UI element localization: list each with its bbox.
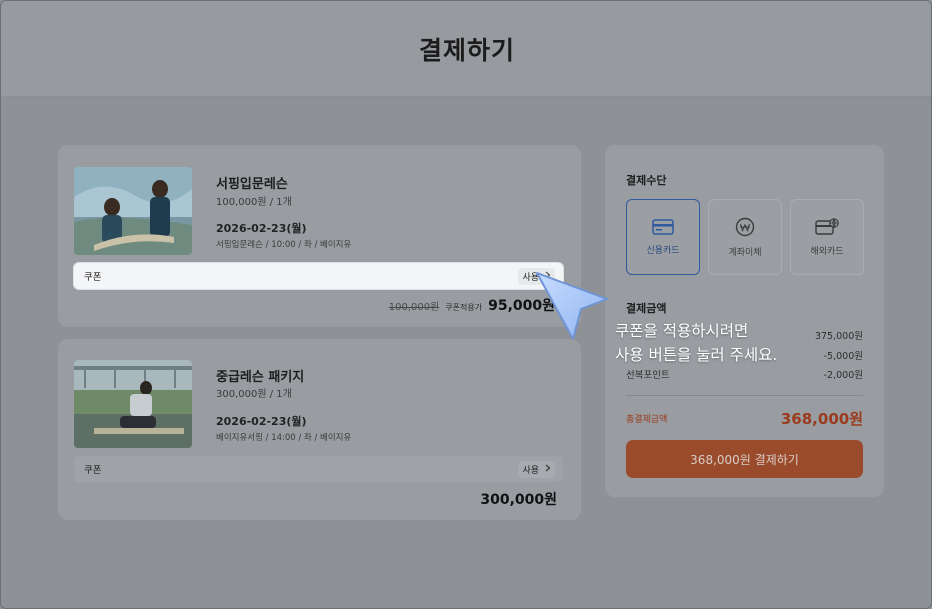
tooltip-line-2: 사용 버튼을 눌러 주세요. (615, 346, 778, 364)
reservation-detail: 베이지유서핑 / 14:00 / 좌 / 베이지유 (216, 433, 352, 443)
original-price: 100,000원 (388, 302, 440, 313)
total-label: 총결제금액 (626, 415, 668, 425)
payment-method-bank-transfer[interactable]: 계좌이체 (708, 199, 782, 275)
total-row: 총결제금액 368,000원 (626, 408, 863, 429)
payment-method-credit-card[interactable]: 신용카드 (626, 199, 700, 275)
amount-row: 선복포인트 -2,000원 (626, 367, 863, 381)
order-item-card: 서핑입문레슨 100,000원 / 1개 2026-02-23(월) 서핑입문레… (58, 145, 581, 327)
reservation-detail: 서핑입문레슨 / 10:00 / 좌 / 베이지유 (216, 240, 352, 250)
coupon-row[interactable]: 쿠폰 사용 (74, 456, 563, 482)
tooltip-line-1: 쿠폰을 적용하시려면 (615, 322, 749, 340)
payment-method-group: 신용카드 계좌이체 해외카드 (626, 199, 864, 275)
payment-method-overseas-card[interactable]: 해외카드 (790, 199, 864, 275)
credit-card-icon (652, 218, 674, 235)
app-window: 결제하기 서핑입문레슨 100,000원 / 1개 2026-02-23(월) … (0, 0, 932, 609)
product-thumbnail (74, 360, 192, 448)
amount-title: 결제금액 (626, 302, 667, 315)
coupon-row[interactable]: 쿠폰 사용 (74, 263, 563, 289)
product-name: 중급레슨 패키지 (216, 370, 305, 385)
divider (626, 395, 863, 396)
pay-button[interactable]: 368,000원 결제하기 (626, 440, 863, 478)
order-item-card: 중급레슨 패키지 300,000원 / 1개 2026-02-23(월) 베이지… (58, 339, 581, 520)
coupon-use-button[interactable]: 사용 (518, 460, 555, 478)
amount-row-value: 375,000원 (814, 331, 863, 342)
amount-row-value: -5,000원 (823, 351, 863, 362)
global-card-icon (815, 217, 839, 236)
product-name: 서핑입문레슨 (216, 177, 288, 192)
amount-row-value: -2,000원 (823, 370, 863, 381)
coupon-hint-tooltip: 쿠폰을 적용하시려면 사용 버튼을 눌러 주세요. (615, 319, 777, 367)
payment-method-label: 신용카드 (646, 245, 680, 256)
won-coin-icon (735, 217, 755, 237)
coupon-label: 쿠폰 (84, 272, 102, 283)
chevron-right-icon (545, 464, 551, 475)
final-price: 300,000원 (480, 492, 557, 508)
coupon-use-label: 사용 (522, 465, 539, 476)
price-line: 100,000원 쿠폰적용가 95,000원 (389, 295, 555, 315)
product-thumbnail (74, 167, 192, 255)
total-value: 368,000원 (780, 410, 863, 428)
reservation-date: 2026-02-23(월) (216, 415, 307, 428)
amount-row-label: 선복포인트 (626, 370, 670, 381)
payment-method-label: 해외카드 (810, 246, 844, 257)
coupon-applied-label: 쿠폰적용가 (445, 303, 483, 312)
cursor-pointer-icon (533, 269, 617, 349)
reservation-date: 2026-02-23(월) (216, 222, 307, 235)
page-title: 결제하기 (418, 35, 515, 65)
product-price-qty: 100,000원 / 1개 (216, 197, 292, 208)
product-price-qty: 300,000원 / 1개 (216, 389, 292, 400)
payment-method-label: 계좌이체 (728, 247, 762, 258)
page-header: 결제하기 (1, 1, 931, 97)
coupon-label: 쿠폰 (84, 465, 102, 476)
payment-method-title: 결제수단 (626, 174, 667, 187)
